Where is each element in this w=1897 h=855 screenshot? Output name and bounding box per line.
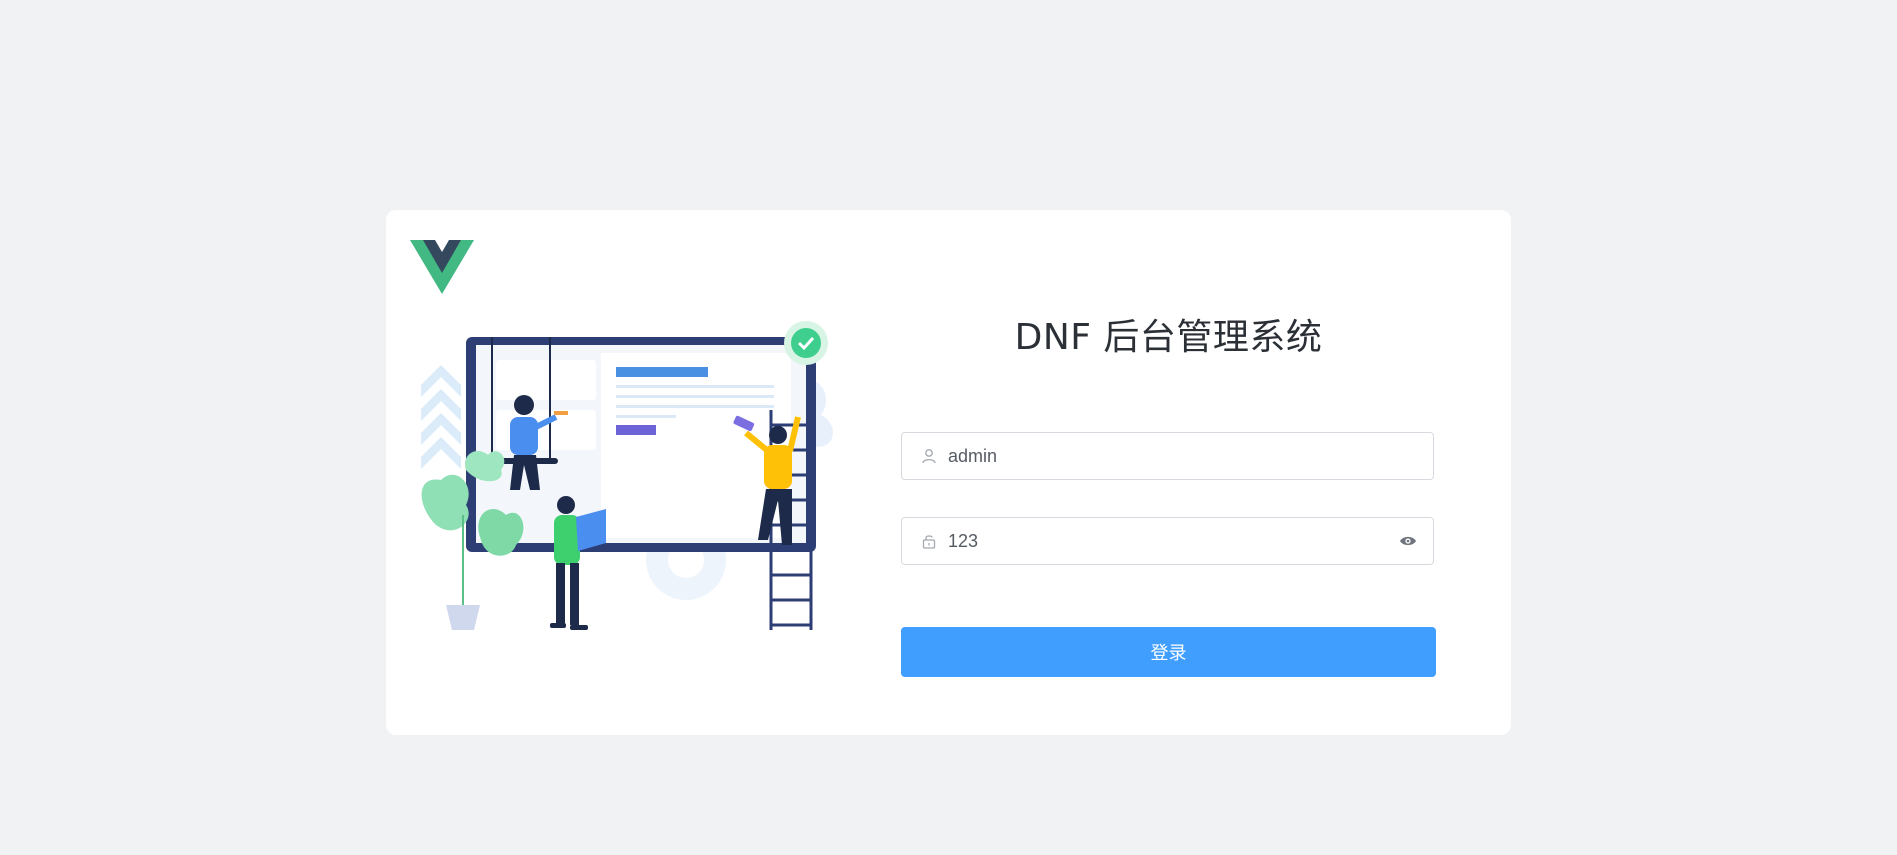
page-title: DNF 后台管理系统: [1014, 317, 1323, 358]
login-form: DNF 后台管理系统 admin 123 登录: [901, 210, 1436, 735]
password-field[interactable]: [901, 517, 1434, 565]
user-icon: [918, 445, 940, 467]
username-field[interactable]: [901, 432, 1434, 480]
lock-icon: [918, 530, 940, 552]
login-card: DNF 后台管理系统 admin 123 登录: [386, 210, 1511, 735]
login-illustration: [421, 321, 833, 630]
vue-logo: [410, 240, 474, 294]
login-button[interactable]: 登录: [901, 627, 1436, 677]
username-input[interactable]: [940, 432, 1433, 480]
password-input[interactable]: [940, 517, 1397, 565]
eye-icon[interactable]: [1397, 530, 1419, 552]
